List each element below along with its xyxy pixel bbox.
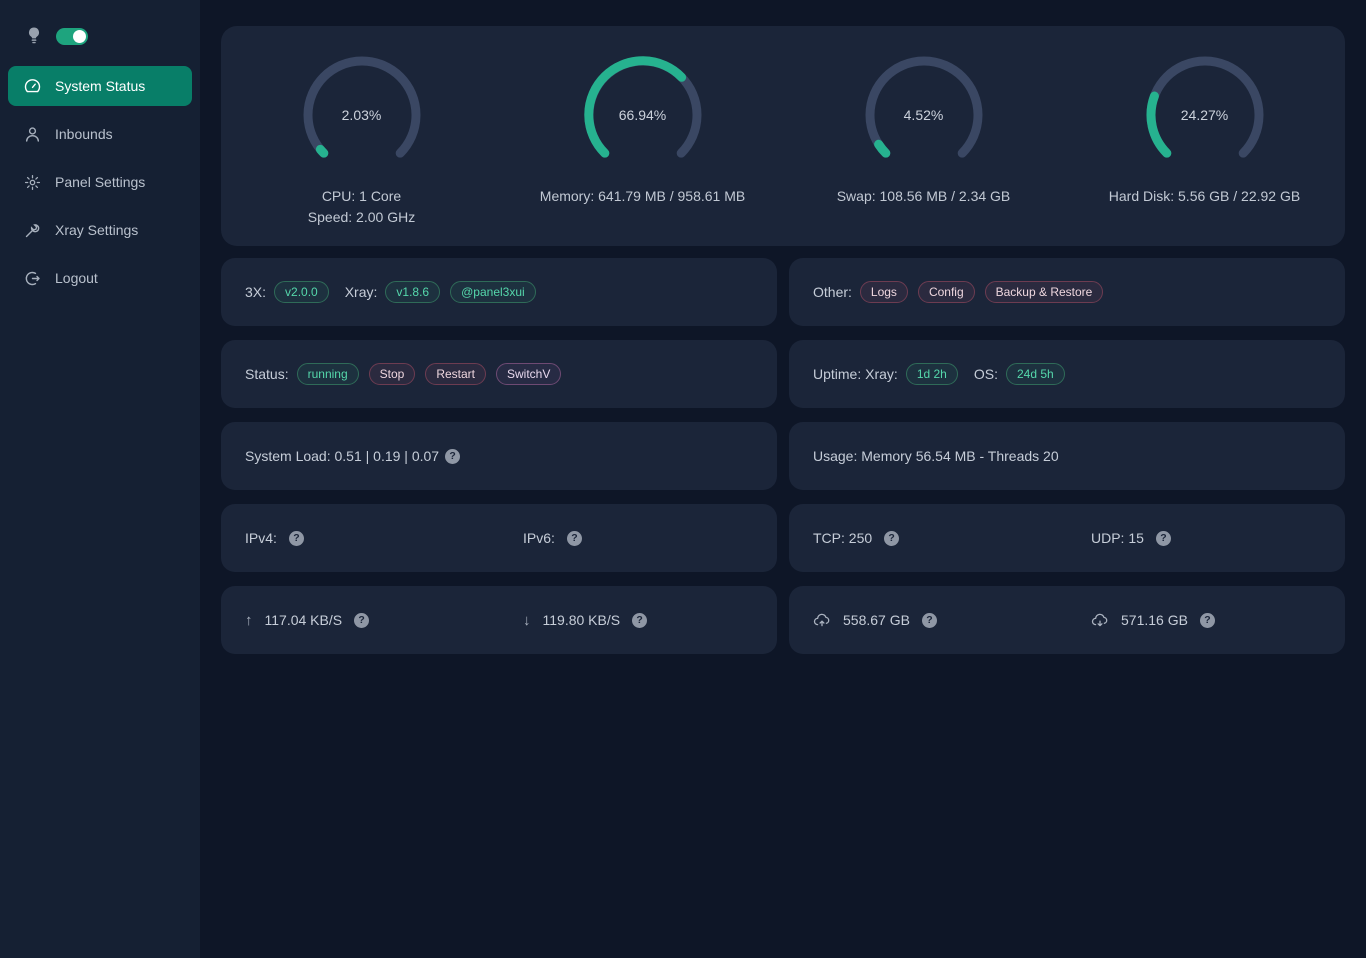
status-card: Status: running Stop Restart SwitchV xyxy=(221,340,777,408)
status-running-badge: running xyxy=(297,363,359,385)
traffic-totals-card: 558.67 GB ? 571.16 GB ? xyxy=(789,586,1345,654)
connections-card: TCP: 250 ? UDP: 15 ? xyxy=(789,504,1345,572)
arrow-down-icon: ↓ xyxy=(523,612,531,629)
tcp-block: TCP: 250 ? xyxy=(789,530,1067,546)
sidebar-item-label: Logout xyxy=(55,270,98,286)
3x-label: 3X: xyxy=(245,284,266,300)
cpu-gauge: 2.03% CPU: 1 Core Speed: 2.00 GHz xyxy=(221,53,502,246)
sidebar-item-label: Inbounds xyxy=(55,126,113,142)
total-sent-block: 558.67 GB ? xyxy=(789,612,1067,628)
uptime-card: Uptime: Xray: 1d 2h OS: 24d 5h xyxy=(789,340,1345,408)
gauges-card: 2.03% CPU: 1 Core Speed: 2.00 GHz 66.94%… xyxy=(221,26,1345,246)
os-uptime-badge: 24d 5h xyxy=(1006,363,1065,385)
sidebar-item-label: Xray Settings xyxy=(55,222,138,238)
usage-card: Usage: Memory 56.54 MB - Threads 20 xyxy=(789,422,1345,490)
sidebar-item-system-status[interactable]: System Status xyxy=(8,66,192,106)
ipv4-label: IPv4: xyxy=(245,530,277,546)
xray-version-tag: v1.8.6 xyxy=(385,281,440,303)
help-icon[interactable]: ? xyxy=(922,613,937,628)
other-label: Other: xyxy=(813,284,852,300)
uptime-xray-label: Uptime: Xray: xyxy=(813,366,898,382)
lightbulb-icon xyxy=(26,27,42,45)
disk-gauge: 24.27% Hard Disk: 5.56 GB / 22.92 GB xyxy=(1064,53,1345,246)
upload-speed-block: ↑ 117.04 KB/S ? xyxy=(221,612,499,629)
os-label: OS: xyxy=(974,366,998,382)
memory-gauge-label: Memory: 641.79 MB / 958.61 MB xyxy=(540,186,745,207)
stop-button[interactable]: Stop xyxy=(369,363,416,385)
telegram-tag[interactable]: @panel3xui xyxy=(450,281,536,303)
disk-gauge-percent: 24.27% xyxy=(1143,53,1267,177)
logout-icon xyxy=(24,270,41,287)
help-icon[interactable]: ? xyxy=(567,531,582,546)
main-content: 2.03% CPU: 1 Core Speed: 2.00 GHz 66.94%… xyxy=(200,0,1366,958)
download-speed-value: 119.80 KB/S xyxy=(543,612,621,628)
memory-gauge-percent: 66.94% xyxy=(581,53,705,177)
help-icon[interactable]: ? xyxy=(445,449,460,464)
help-icon[interactable]: ? xyxy=(1156,531,1171,546)
usage-text: Usage: Memory 56.54 MB - Threads 20 xyxy=(813,448,1059,464)
cloud-upload-icon xyxy=(813,612,831,628)
sidebar-item-label: System Status xyxy=(55,78,145,94)
sidebar: System Status Inbounds Panel Settings Xr… xyxy=(0,0,200,958)
theme-switch[interactable] xyxy=(56,28,88,45)
udp-block: UDP: 15 ? xyxy=(1067,530,1345,546)
sidebar-item-xray-settings[interactable]: Xray Settings xyxy=(8,210,192,250)
disk-gauge-label: Hard Disk: 5.56 GB / 22.92 GB xyxy=(1109,186,1300,207)
help-icon[interactable]: ? xyxy=(632,613,647,628)
other-card: Other: Logs Config Backup & Restore xyxy=(789,258,1345,326)
swap-gauge-percent: 4.52% xyxy=(862,53,986,177)
download-speed-block: ↓ 119.80 KB/S ? xyxy=(499,612,777,629)
tcp-count: TCP: 250 xyxy=(813,530,872,546)
swap-gauge-label: Swap: 108.56 MB / 2.34 GB xyxy=(837,186,1011,207)
user-icon xyxy=(24,126,41,143)
sidebar-item-panel-settings[interactable]: Panel Settings xyxy=(8,162,192,202)
switch-version-button[interactable]: SwitchV xyxy=(496,363,561,385)
system-load-text: System Load: 0.51 | 0.19 | 0.07 xyxy=(245,448,439,464)
sidebar-item-logout[interactable]: Logout xyxy=(8,258,192,298)
swap-gauge: 4.52% Swap: 108.56 MB / 2.34 GB xyxy=(783,53,1064,246)
xray-label: Xray: xyxy=(345,284,378,300)
sidebar-item-inbounds[interactable]: Inbounds xyxy=(8,114,192,154)
arrow-up-icon: ↑ xyxy=(245,612,253,629)
total-sent-value: 558.67 GB xyxy=(843,612,910,628)
total-received-value: 571.16 GB xyxy=(1121,612,1188,628)
ipv4-block: IPv4: ? xyxy=(221,530,499,546)
help-icon[interactable]: ? xyxy=(1200,613,1215,628)
dashboard-icon xyxy=(24,78,41,95)
ipv6-label: IPv6: xyxy=(523,530,555,546)
network-speed-card: ↑ 117.04 KB/S ? ↓ 119.80 KB/S ? xyxy=(221,586,777,654)
total-received-block: 571.16 GB ? xyxy=(1067,612,1345,628)
ipv6-block: IPv6: ? xyxy=(499,530,777,546)
cpu-gauge-label: CPU: 1 Core Speed: 2.00 GHz xyxy=(308,186,415,228)
help-icon[interactable]: ? xyxy=(884,531,899,546)
gear-icon xyxy=(24,174,41,191)
help-icon[interactable]: ? xyxy=(289,531,304,546)
status-label: Status: xyxy=(245,366,289,382)
wrench-icon xyxy=(24,222,41,239)
logs-button[interactable]: Logs xyxy=(860,281,908,303)
restart-button[interactable]: Restart xyxy=(425,363,486,385)
version-card: 3X: v2.0.0 Xray: v1.8.6 @panel3xui xyxy=(221,258,777,326)
memory-gauge: 66.94% Memory: 641.79 MB / 958.61 MB xyxy=(502,53,783,246)
xray-uptime-badge: 1d 2h xyxy=(906,363,958,385)
theme-toggle-row xyxy=(8,20,192,52)
panel-version-tag[interactable]: v2.0.0 xyxy=(274,281,329,303)
system-load-card: System Load: 0.51 | 0.19 | 0.07 ? xyxy=(221,422,777,490)
sidebar-item-label: Panel Settings xyxy=(55,174,145,190)
cpu-gauge-percent: 2.03% xyxy=(300,53,424,177)
cloud-download-icon xyxy=(1091,612,1109,628)
backup-restore-button[interactable]: Backup & Restore xyxy=(985,281,1104,303)
config-button[interactable]: Config xyxy=(918,281,975,303)
help-icon[interactable]: ? xyxy=(354,613,369,628)
ip-card: IPv4: ? IPv6: ? xyxy=(221,504,777,572)
upload-speed-value: 117.04 KB/S xyxy=(265,612,343,628)
udp-count: UDP: 15 xyxy=(1091,530,1144,546)
